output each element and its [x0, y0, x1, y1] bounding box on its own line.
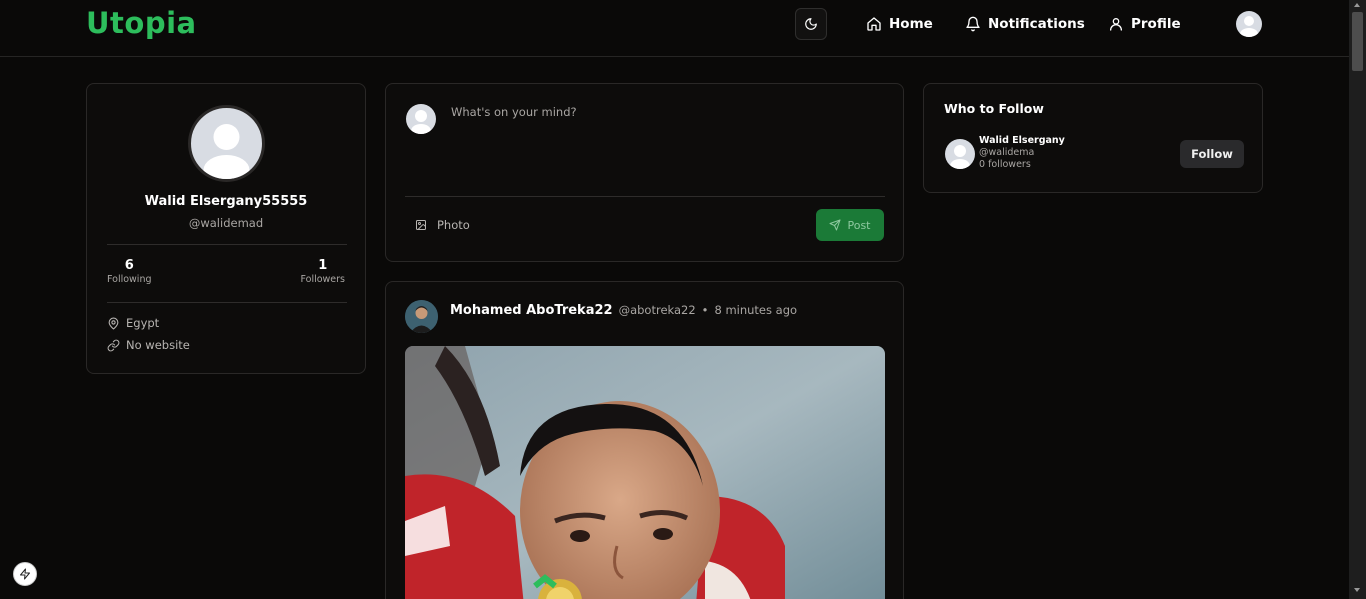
app-logo[interactable]: Utopia	[86, 6, 197, 40]
nav-home-label: Home	[889, 16, 933, 32]
followers-label: Followers	[300, 274, 346, 285]
nav-home-link[interactable]: Home	[866, 14, 933, 34]
follow-button[interactable]: Follow	[1180, 140, 1244, 168]
top-navbar: Utopia Home Notifications Profile	[0, 0, 1349, 57]
website-text: No website	[126, 338, 190, 352]
home-icon	[867, 17, 881, 31]
image-icon	[416, 220, 426, 230]
nav-notifications-link[interactable]: Notifications	[965, 14, 1085, 34]
profile-handle: @walidemad	[188, 216, 264, 230]
who-to-follow-card: Who to Follow Walid Elsergany @walidema …	[923, 83, 1263, 193]
suggested-user-followers: 0 followers	[979, 159, 1031, 170]
user-icon	[1110, 18, 1122, 31]
scroll-down-arrow-icon[interactable]	[1354, 588, 1360, 592]
default-avatar-icon	[950, 145, 970, 169]
divider	[405, 196, 885, 197]
meta-separator: •	[701, 303, 709, 317]
author-photo	[405, 300, 438, 333]
post-photo	[405, 346, 885, 599]
scrollbar-thumb[interactable]	[1352, 12, 1363, 71]
post-author-avatar[interactable]	[405, 300, 438, 333]
suggested-user-name[interactable]: Walid Elsergany	[979, 135, 1065, 147]
post-timestamp: 8 minutes ago	[714, 303, 798, 317]
page-scrollbar[interactable]	[1349, 0, 1366, 599]
profile-card: Walid Elsergany55555 @walidemad 6 Follow…	[86, 83, 366, 374]
divider	[107, 244, 347, 245]
add-photo-button[interactable]: Photo	[415, 218, 470, 232]
followers-stat[interactable]: 1 Followers	[301, 258, 346, 285]
photo-label: Photo	[437, 218, 470, 232]
profile-avatar[interactable]	[188, 105, 265, 182]
nav-notifications-label: Notifications	[988, 16, 1085, 32]
location-row: Egypt	[107, 316, 159, 330]
map-pin-icon	[108, 317, 119, 329]
default-avatar-icon	[203, 124, 250, 179]
post-author-handle[interactable]: @abotreka22	[619, 303, 696, 317]
following-label: Following	[107, 274, 152, 285]
default-avatar-icon	[411, 110, 431, 134]
post-button[interactable]: Post	[816, 209, 884, 241]
scroll-up-arrow-icon[interactable]	[1354, 3, 1360, 7]
theme-toggle-button[interactable]	[795, 8, 827, 40]
post-composer: What's on your mind? Photo Post	[385, 83, 904, 262]
following-count: 6	[124, 258, 134, 273]
nav-profile-label: Profile	[1131, 16, 1181, 32]
bell-icon	[966, 16, 980, 32]
composer-avatar	[406, 104, 436, 134]
moon-icon	[805, 18, 817, 30]
suggested-user-avatar[interactable]	[945, 139, 975, 169]
suggested-user-info: Walid Elsergany @walidema 0 followers	[979, 135, 1065, 171]
profile-name: Walid Elsergany55555	[144, 194, 308, 209]
nav-profile-link[interactable]: Profile	[1108, 14, 1181, 34]
website-row: No website	[107, 338, 190, 352]
followers-count: 1	[318, 258, 328, 273]
location-text: Egypt	[126, 316, 160, 330]
divider	[107, 302, 347, 303]
send-icon	[829, 219, 841, 231]
link-icon	[107, 339, 120, 351]
user-avatar-menu[interactable]	[1236, 11, 1262, 37]
who-to-follow-title: Who to Follow	[944, 101, 1044, 116]
following-stat[interactable]: 6 Following	[107, 258, 152, 285]
post-text-input[interactable]: What's on your mind?	[451, 105, 577, 119]
post-image[interactable]	[405, 346, 885, 599]
suggested-user-handle: @walidema	[979, 147, 1035, 158]
post-label: Post	[847, 218, 871, 232]
post-header: Mohamed AboTreka22 @abotreka22 • 8 minut…	[450, 303, 797, 318]
post-card: Mohamed AboTreka22 @abotreka22 • 8 minut…	[385, 281, 904, 599]
lightning-bolt-icon	[20, 568, 30, 580]
default-avatar-icon	[1240, 16, 1258, 37]
dev-tools-button[interactable]	[13, 562, 37, 586]
post-author-name[interactable]: Mohamed AboTreka22	[450, 303, 613, 318]
